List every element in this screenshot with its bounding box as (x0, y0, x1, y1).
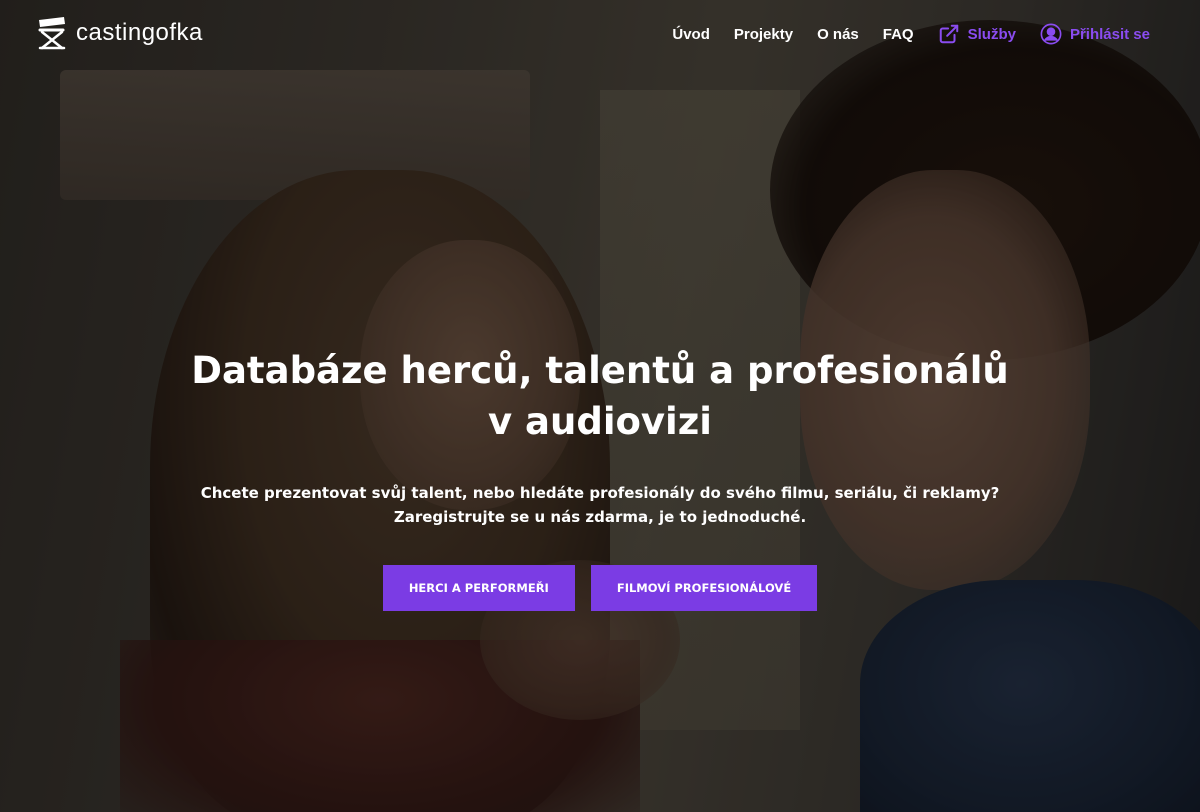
external-link-icon (939, 24, 958, 44)
hero-title: Databáze herců, talentů a profesionálů v… (191, 349, 1009, 443)
top-navbar: castingofka Úvod Projekty O nás FAQ Služ… (0, 0, 1200, 68)
hero-content: Databáze herců, talentů a profesionálů v… (0, 345, 1200, 611)
nav-item-projekty[interactable]: Projekty (734, 20, 793, 48)
hero-section: castingofka Úvod Projekty O nás FAQ Služ… (0, 0, 1200, 812)
nav-item-sluzby-label: Služby (967, 25, 1016, 43)
film-professionals-button[interactable]: FILMOVÍ PROFESIONÁLOVÉ (590, 565, 818, 611)
nav-item-sluzby[interactable]: Služby (938, 20, 1016, 48)
nav-item-o-nas[interactable]: O nás (817, 20, 859, 48)
hero-subtitle-line1: Chcete prezentovat svůj talent, nebo hle… (200, 484, 1000, 502)
nav-item-faq[interactable]: FAQ (883, 20, 914, 48)
brand-name: castingofka (76, 19, 203, 46)
cta-row: HERCI A PERFORMEŘI FILMOVÍ PROFESIONÁLOV… (0, 565, 1200, 611)
hero-subtitle-line2: Zaregistrujte se u nás zdarma, je to jed… (393, 508, 807, 526)
logo-link[interactable]: castingofka (36, 15, 203, 51)
actors-performers-button[interactable]: HERCI A PERFORMEŘI (382, 565, 575, 611)
nav-menu: Úvod Projekty O nás FAQ Služby Přihlásit… (672, 20, 1150, 48)
hero-subtitle: Chcete prezentovat svůj talent, nebo hle… (190, 481, 1010, 529)
nav-item-uvod[interactable]: Úvod (672, 20, 710, 48)
user-icon (1040, 23, 1062, 45)
nav-item-login[interactable]: Přihlásit se (1040, 20, 1150, 48)
director-chair-icon (38, 17, 66, 50)
nav-item-login-label: Přihlásit se (1069, 25, 1150, 43)
